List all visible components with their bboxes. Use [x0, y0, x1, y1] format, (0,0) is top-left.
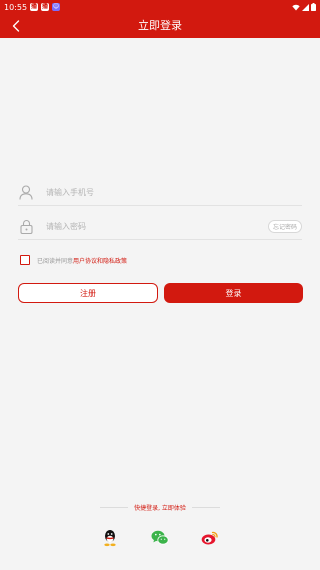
quick-login-label: 快捷登录, 立即体验: [134, 504, 186, 512]
divider-right: [191, 506, 221, 508]
wechat-icon: [151, 530, 169, 545]
qq-login-button[interactable]: [101, 529, 119, 547]
password-input[interactable]: [46, 222, 268, 231]
notification-icon-2: 播: [41, 3, 50, 11]
divider-left: [100, 506, 129, 508]
forgot-password-button[interactable]: 忘记密码: [267, 220, 302, 233]
phone-input[interactable]: [46, 188, 302, 197]
weibo-icon: [201, 531, 218, 545]
login-button[interactable]: 登录: [164, 283, 303, 303]
qq-icon: [104, 530, 116, 547]
agreement-row: 已阅读并同意 用户协议和隐私政策: [20, 254, 127, 266]
password-field: 忘记密码: [18, 214, 302, 240]
signal-icon: [302, 3, 309, 11]
app-notification-icon: ☺: [52, 3, 61, 11]
battery-icon: [311, 3, 316, 11]
weibo-login-button[interactable]: [201, 529, 219, 547]
lock-icon: [18, 219, 34, 235]
user-icon: [18, 185, 34, 201]
agreement-prefix: 已阅读并同意: [37, 257, 74, 265]
chevron-left-icon: [12, 20, 20, 32]
app-bar: 立即登录: [0, 14, 320, 38]
status-time: 10:55: [4, 2, 28, 12]
register-button[interactable]: 注册: [18, 283, 158, 303]
wifi-icon: [292, 4, 300, 10]
back-button[interactable]: [6, 16, 26, 36]
phone-field: [18, 180, 302, 206]
status-left: 10:55 播 播 ☺: [4, 2, 61, 12]
agreement-checkbox[interactable]: [20, 255, 30, 265]
quick-login-divider: 快捷登录, 立即体验: [100, 502, 221, 512]
agreement-link[interactable]: 用户协议和隐私政策: [73, 256, 127, 265]
wechat-login-button[interactable]: [151, 529, 169, 547]
status-right: [292, 3, 316, 11]
status-bar: 10:55 播 播 ☺: [0, 0, 320, 14]
page-title: 立即登录: [138, 19, 182, 32]
notification-icon: 播: [30, 3, 39, 11]
